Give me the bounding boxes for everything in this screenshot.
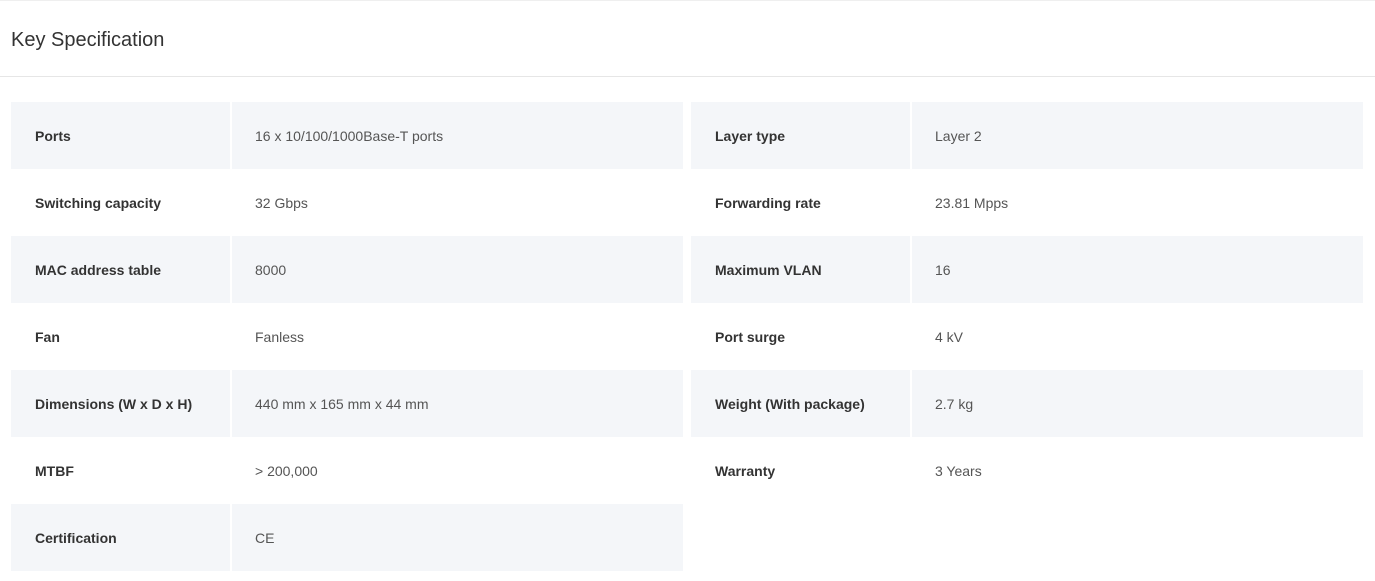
spec-label: Warranty bbox=[715, 462, 776, 479]
spec-row-maximum-vlan: Maximum VLAN 16 bbox=[691, 236, 1363, 303]
spec-row-port-surge: Port surge 4 kV bbox=[691, 303, 1363, 370]
spec-column-left: Ports 16 x 10/100/1000Base-T ports Switc… bbox=[11, 102, 683, 571]
spec-label: Maximum VLAN bbox=[691, 236, 910, 303]
spec-value: 3 Years bbox=[935, 462, 982, 479]
spec-label: Layer type bbox=[691, 102, 910, 169]
spec-row-forwarding-rate: Forwarding rate 23.81 Mpps bbox=[691, 169, 1363, 236]
spec-label: Weight (With package) bbox=[691, 370, 910, 437]
spec-row-fan: Fan Fanless bbox=[11, 303, 683, 370]
section-header: Key Specification bbox=[0, 1, 1375, 77]
spec-value: 16 x 10/100/1000Base-T ports bbox=[232, 102, 683, 169]
spec-value: Layer 2 bbox=[912, 102, 1363, 169]
spec-row-weight: Weight (With package) 2.7 kg bbox=[691, 370, 1363, 437]
spec-row-layer-type: Layer type Layer 2 bbox=[691, 102, 1363, 169]
spec-label: Forwarding rate bbox=[715, 194, 821, 211]
spec-label: Dimensions (W x D x H) bbox=[11, 370, 230, 437]
spec-label: Ports bbox=[11, 102, 230, 169]
spec-label: Fan bbox=[35, 328, 60, 345]
spec-label: Switching capacity bbox=[35, 194, 162, 211]
spec-value: CE bbox=[232, 504, 683, 571]
spec-row-switching-capacity: Switching capacity 32 Gbps bbox=[11, 169, 683, 236]
spec-value: > 200,000 bbox=[255, 462, 318, 479]
section-title: Key Specification bbox=[11, 29, 165, 51]
spec-label: Port surge bbox=[715, 328, 786, 345]
spec-value: 4 kV bbox=[935, 328, 964, 345]
spec-value: 23.81 Mpps bbox=[935, 194, 1009, 211]
spec-row-mtbf: MTBF > 200,000 bbox=[11, 437, 683, 504]
spec-row-dimensions: Dimensions (W x D x H) 440 mm x 165 mm x… bbox=[11, 370, 683, 437]
spec-value: 2.7 kg bbox=[912, 370, 1363, 437]
spec-label: Certification bbox=[11, 504, 230, 571]
spec-row-ports: Ports 16 x 10/100/1000Base-T ports bbox=[11, 102, 683, 169]
spec-value: Fanless bbox=[255, 328, 305, 345]
spec-label: MTBF bbox=[35, 462, 74, 479]
spec-value: 16 bbox=[912, 236, 1363, 303]
spec-row-warranty: Warranty 3 Years bbox=[691, 437, 1363, 504]
spec-value: 440 mm x 165 mm x 44 mm bbox=[232, 370, 683, 437]
spec-column-right: Layer type Layer 2 Forwarding rate 23.81… bbox=[691, 102, 1363, 504]
spec-row-certification: Certification CE bbox=[11, 504, 683, 571]
spec-row-mac-address-table: MAC address table 8000 bbox=[11, 236, 683, 303]
spec-label: MAC address table bbox=[11, 236, 230, 303]
spec-value: 32 Gbps bbox=[255, 194, 308, 211]
spec-value: 8000 bbox=[232, 236, 683, 303]
